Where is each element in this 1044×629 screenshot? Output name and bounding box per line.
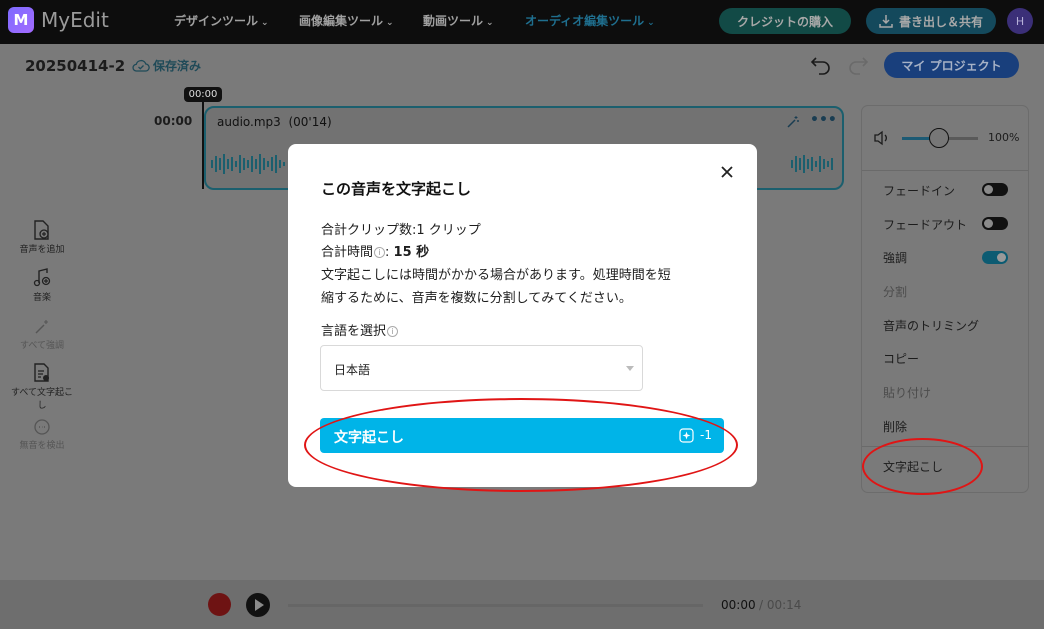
clip-filename: audio.mp3 xyxy=(217,115,281,129)
total-time-text: 合計時間 i: 15 秒 xyxy=(321,241,429,260)
volume-icon[interactable] xyxy=(873,130,891,146)
silence-detect-icon xyxy=(34,419,50,435)
fade-out-label: フェードアウト xyxy=(883,218,968,232)
language-select-value: 日本語 xyxy=(334,363,371,377)
nav-audio-tools[interactable]: オーディオ編集ツール ⌄ xyxy=(525,12,655,29)
add-audio-tool[interactable]: 音声を追加 xyxy=(7,220,77,255)
tool-label: 無音を検出 xyxy=(19,441,65,451)
transcribe-all-icon xyxy=(34,363,49,382)
chevron-down-icon: ⌄ xyxy=(647,18,655,28)
playback-progress-bar[interactable] xyxy=(288,604,703,607)
top-nav-bar: M MyEdit デザインツール ⌄ 画像編集ツール ⌄ 動画ツール ⌄ オーディオ編… xyxy=(0,0,1044,44)
export-label: 書き出し＆共有 xyxy=(898,14,983,29)
fade-in-label: フェードイン xyxy=(883,184,956,198)
trim-audio-menu-item[interactable]: 音声のトリミング xyxy=(883,317,979,334)
tool-label: 音声を追加 xyxy=(19,245,65,255)
my-project-button[interactable]: マイ プロジェクト xyxy=(884,52,1019,78)
total-time-label: 合計時間 xyxy=(321,245,374,260)
language-label-text: 言語を選択 xyxy=(321,324,387,339)
nav-label: オーディオ編集ツール xyxy=(525,14,645,28)
clip-count-text: 合計クリップ数:1 クリップ xyxy=(321,223,481,238)
total-time-value: 15 秒 xyxy=(393,245,430,260)
fade-out-toggle[interactable] xyxy=(982,217,1008,230)
tool-label: すべて強調 xyxy=(19,341,64,351)
info-icon[interactable]: i xyxy=(387,326,399,337)
info-icon[interactable]: i xyxy=(374,247,386,258)
user-avatar[interactable]: H xyxy=(1007,8,1033,34)
detect-silence-tool[interactable]: 無音を検出 xyxy=(7,418,77,451)
playhead-time[interactable]: 00:00 xyxy=(184,87,222,102)
toggle-knob xyxy=(997,253,1006,262)
close-icon[interactable] xyxy=(719,164,735,180)
copy-menu-item[interactable]: コピー xyxy=(883,350,919,367)
nav-label: 画像編集ツール xyxy=(299,14,384,28)
dialog-title: この音声を文字起こし xyxy=(321,180,472,198)
fade-in-toggle[interactable] xyxy=(982,183,1008,196)
total-time: / 00:14 xyxy=(759,598,802,612)
transcribe-all-tool[interactable]: すべて文字起こし xyxy=(7,363,77,411)
annotation-circle-transcribe-button xyxy=(304,398,738,492)
more-options-icon[interactable]: ••• xyxy=(810,112,837,128)
project-title[interactable]: 20250414-2 xyxy=(25,57,125,75)
clip-title: audio.mp3 (00'14) xyxy=(217,115,332,129)
app-name: MyEdit xyxy=(41,8,109,32)
export-share-button[interactable]: 書き出し＆共有 xyxy=(866,8,996,34)
nav-label: 動画ツール xyxy=(423,14,484,28)
tool-label: すべて文字起こし xyxy=(10,388,73,411)
tool-label: 音楽 xyxy=(32,293,51,303)
play-button[interactable] xyxy=(246,593,270,617)
toggle-knob xyxy=(984,219,993,228)
redo-icon[interactable] xyxy=(846,54,870,76)
volume-value: 100% xyxy=(988,131,1020,144)
save-status-label: 保存済み xyxy=(153,59,202,73)
magic-wand-icon[interactable] xyxy=(786,115,800,129)
chevron-down-icon: ⌄ xyxy=(386,18,394,28)
enhance-toggle[interactable] xyxy=(982,251,1008,264)
chevron-down-icon xyxy=(626,366,634,371)
cloud-saved-icon xyxy=(132,59,150,72)
chevron-down-icon: ⌄ xyxy=(261,18,269,28)
toggle-knob xyxy=(984,185,993,194)
magic-wand-icon xyxy=(35,320,48,334)
app-logo[interactable]: M MyEdit xyxy=(8,7,109,33)
download-icon xyxy=(879,15,893,28)
nav-video-tools[interactable]: 動画ツール ⌄ xyxy=(423,12,494,29)
enhance-label: 強調 xyxy=(883,251,908,265)
current-time: 00:00 xyxy=(721,598,756,612)
add-music-tool[interactable]: 音楽 xyxy=(7,268,77,303)
undo-icon[interactable] xyxy=(809,54,833,76)
nav-design-tools[interactable]: デザインツール ⌄ xyxy=(174,12,269,29)
split-menu-item[interactable]: 分割 xyxy=(883,283,907,300)
chevron-down-icon: ⌄ xyxy=(486,18,494,28)
divider xyxy=(862,170,1028,171)
delete-menu-item[interactable]: 削除 xyxy=(883,418,907,435)
total-time-separator: : xyxy=(385,245,394,260)
buy-credits-button[interactable]: クレジットの購入 xyxy=(719,8,851,34)
volume-slider-handle[interactable] xyxy=(929,128,949,148)
language-label: 言語を選択 i xyxy=(321,320,399,339)
notice-line-2: 縮するために、音声を複数に分割してみてください。 xyxy=(321,291,632,306)
language-select[interactable]: 日本語 xyxy=(320,345,643,391)
nav-image-tools[interactable]: 画像編集ツール ⌄ xyxy=(299,12,394,29)
music-add-icon xyxy=(33,268,51,287)
paste-menu-item[interactable]: 貼り付け xyxy=(883,384,931,401)
clip-duration: (00'14) xyxy=(288,115,332,129)
notice-line-1: 文字起こしには時間がかかる場合があります。処理時間を短 xyxy=(321,268,671,283)
enhance-all-tool[interactable]: すべて強調 xyxy=(7,318,77,351)
save-status: 保存済み xyxy=(132,57,201,74)
play-icon xyxy=(255,599,264,611)
record-button[interactable] xyxy=(208,593,231,616)
annotation-circle-transcribe-menu xyxy=(862,438,983,495)
myedit-logo-icon: M xyxy=(8,7,34,33)
file-add-icon xyxy=(34,220,49,240)
nav-label: デザインツール xyxy=(174,14,259,28)
track-start-time: 00:00 xyxy=(154,114,193,128)
clip-options-panel: 100% フェードイン フェードアウト 強調 分割 音声のトリミング コピー 貼… xyxy=(862,106,1028,492)
